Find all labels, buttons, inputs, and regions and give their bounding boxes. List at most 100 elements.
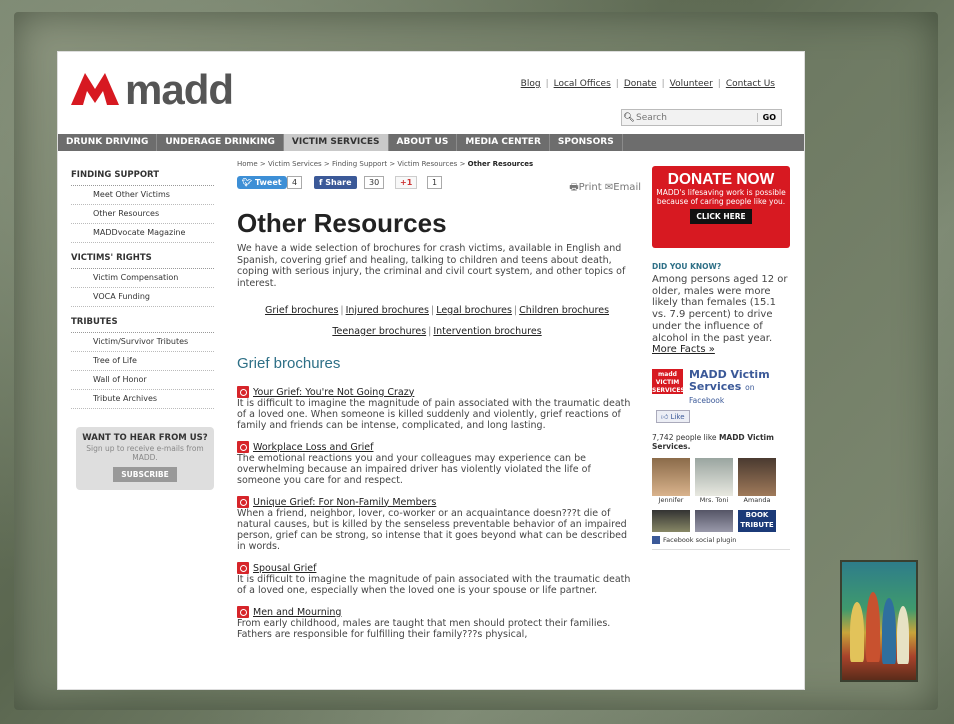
print-icon: 🖶︎ xyxy=(569,182,579,193)
sidebar-heading: FINDING SUPPORT xyxy=(71,166,214,186)
crumb-home[interactable]: Home xyxy=(237,160,258,168)
sidebar-item-wall-of-honor[interactable]: Wall of Honor xyxy=(71,371,214,390)
brochure-links: Grief brochures | Injured brochures | Legal … xyxy=(264,305,610,337)
fb-face[interactable]: Amanda xyxy=(738,458,776,504)
nav-underage-drinking[interactable]: UNDERAGE DRINKING xyxy=(157,134,284,151)
email-link[interactable]: Email xyxy=(613,182,641,193)
nav-victim-services[interactable]: VICTIM SERVICES xyxy=(283,134,389,151)
link-children-brochures[interactable]: Children brochures xyxy=(519,305,609,316)
pdf-icon xyxy=(237,496,249,508)
sidebar-item-victim-compensation[interactable]: Victim Compensation xyxy=(71,269,214,288)
nav-sponsors[interactable]: SPONSORS xyxy=(550,134,623,151)
brochure-link[interactable]: Workplace Loss and Grief xyxy=(253,442,373,453)
link-volunteer[interactable]: Volunteer xyxy=(665,79,718,89)
fb-faces: Jennifer Mrs. Toni Amanda xyxy=(652,458,790,504)
fb-page-logo[interactable]: madd VICTIM SERVICES xyxy=(652,369,685,395)
search-input[interactable] xyxy=(636,112,744,123)
print-email: 🖶︎Print ✉︎Email xyxy=(569,180,641,197)
nav-about-us[interactable]: ABOUT US xyxy=(389,134,458,151)
tweet-button[interactable]: 🐦︎ Tweet xyxy=(237,176,287,189)
link-intervention-brochures[interactable]: Intervention brochures xyxy=(433,326,541,337)
newsletter-text: Sign up to receive e-mails from MADD. xyxy=(86,444,204,462)
brochure-link[interactable]: Spousal Grief xyxy=(253,563,316,574)
search-icon: 🔍︎ xyxy=(623,112,635,123)
link-contact-us[interactable]: Contact Us xyxy=(721,79,780,89)
did-you-know-title: DID YOU KNOW? xyxy=(652,262,722,271)
brochure-desc: From early childhood, males are taught t… xyxy=(237,618,611,640)
sidebar-heading: TRIBUTES xyxy=(71,313,214,333)
sidebar-item-other-resources[interactable]: Other Resources xyxy=(71,205,214,224)
facebook-share-button[interactable]: f Share xyxy=(314,176,357,189)
fb-face[interactable]: Mrs. Toni xyxy=(695,458,733,504)
nav-media-center[interactable]: MEDIA CENTER xyxy=(457,134,550,151)
sidebar: FINDING SUPPORT Meet Other Victims Other… xyxy=(71,166,214,490)
pdf-icon xyxy=(237,386,249,398)
fb-plugin-label: Facebook social plugin xyxy=(652,536,790,545)
sidebar-item-meet-other-victims[interactable]: Meet Other Victims xyxy=(71,186,214,205)
fb-like-button[interactable]: 👍︎ Like xyxy=(656,410,690,424)
madd-logo-icon xyxy=(71,73,119,105)
sidebar-heading: VICTIMS' RIGHTS xyxy=(71,249,214,269)
crumb-victim-resources[interactable]: Victim Resources xyxy=(397,160,457,168)
link-teenager-brochures[interactable]: Teenager brochures xyxy=(332,326,426,337)
gplus-button[interactable]: +1 xyxy=(395,176,418,189)
brochure-link[interactable]: Your Grief: You're Not Going Crazy xyxy=(253,387,414,398)
nav-drunk-driving[interactable]: DRUNK DRIVING xyxy=(58,134,158,151)
crumb-victim-services[interactable]: Victim Services xyxy=(268,160,322,168)
sidebar-item-voca-funding[interactable]: VOCA Funding xyxy=(71,288,214,307)
brochure-item: Workplace Loss and Grief The emotional r… xyxy=(237,441,637,486)
top-links: Blog | Local Offices | Donate | Volunteer | Cont… xyxy=(516,79,780,89)
crumb-current: Other Resources xyxy=(467,160,534,168)
search-go-button[interactable]: GO xyxy=(756,113,781,122)
email-icon: ✉︎ xyxy=(604,182,614,193)
did-you-know-text: Among persons aged 12 or older, males we… xyxy=(652,274,788,344)
logo-text: madd xyxy=(125,66,234,113)
link-local-offices[interactable]: Local Offices xyxy=(549,79,616,89)
brochure-desc: It is difficult to imagine the magnitude… xyxy=(237,574,631,596)
gplus-count: 1 xyxy=(427,176,443,189)
pdf-icon xyxy=(237,606,249,618)
brochure-link[interactable]: Men and Mourning xyxy=(253,607,341,618)
pdf-icon xyxy=(237,562,249,574)
brochure-item: Spousal Grief It is difficult to imagine… xyxy=(237,562,637,596)
brochure-item: Your Grief: You're Not Going Crazy It is… xyxy=(237,386,637,431)
brochure-link[interactable]: Unique Grief: For Non-Family Members xyxy=(253,497,436,508)
decorative-artwork xyxy=(840,560,918,682)
sidebar-item-tribute-archives[interactable]: Tribute Archives xyxy=(71,390,214,409)
donate-text: MADD's lifesaving work is possible becau… xyxy=(656,188,786,206)
breadcrumb: Home > Victim Services > Finding Support… xyxy=(237,160,534,168)
intro-text: We have a wide selection of brochures fo… xyxy=(237,243,626,289)
fb-face-thumb[interactable] xyxy=(652,510,690,533)
sidebar-item-maddvocate[interactable]: MADDvocate Magazine xyxy=(71,224,214,243)
fb-faces-row2: BOOK TRIBUTE xyxy=(652,510,790,533)
newsletter-box: WANT TO HEAR FROM US? Sign up to receive… xyxy=(76,427,214,490)
fb-face-thumb[interactable] xyxy=(695,510,733,533)
more-facts-link[interactable]: More Facts » xyxy=(652,344,715,355)
donate-cta-button[interactable]: CLICK HERE xyxy=(690,209,752,224)
section-title: Grief brochures xyxy=(237,355,341,372)
link-grief-brochures[interactable]: Grief brochures xyxy=(265,305,338,316)
link-blog[interactable]: Blog xyxy=(516,79,546,89)
crumb-finding-support[interactable]: Finding Support xyxy=(332,160,387,168)
social-bar: 🐦︎ Tweet 4 f Share 30 +1 1 🖶︎Print ✉︎Ema… xyxy=(237,176,641,193)
pdf-icon xyxy=(237,441,249,453)
fb-face[interactable]: Jennifer xyxy=(652,458,690,504)
sidebar-item-tree-of-life[interactable]: Tree of Life xyxy=(71,352,214,371)
newsletter-title: WANT TO HEAR FROM US? xyxy=(82,433,208,443)
link-injured-brochures[interactable]: Injured brochures xyxy=(346,305,429,316)
brochure-desc: The emotional reactions you and your col… xyxy=(237,453,591,486)
page-title: Other Resources xyxy=(237,208,447,238)
link-legal-brochures[interactable]: Legal brochures xyxy=(436,305,512,316)
share-count: 30 xyxy=(364,176,385,189)
search-box: 🔍︎ GO xyxy=(621,109,782,126)
donate-title: DONATE NOW xyxy=(667,171,775,188)
sidebar-item-survivor-tributes[interactable]: Victim/Survivor Tributes xyxy=(71,333,214,352)
madd-logo[interactable]: madd xyxy=(67,66,234,113)
fb-page-name[interactable]: MADD Victim Services on Facebook xyxy=(689,369,790,407)
print-link[interactable]: Print xyxy=(579,182,602,193)
subscribe-button[interactable]: SUBSCRIBE xyxy=(113,467,177,482)
link-donate[interactable]: Donate xyxy=(619,79,662,89)
fb-book-tribute[interactable]: BOOK TRIBUTE xyxy=(738,510,776,533)
web-page: madd Blog | Local Offices | Donate | Volunteer… xyxy=(57,51,805,690)
donate-banner[interactable]: DONATE NOW MADD's lifesaving work is pos… xyxy=(652,166,790,248)
